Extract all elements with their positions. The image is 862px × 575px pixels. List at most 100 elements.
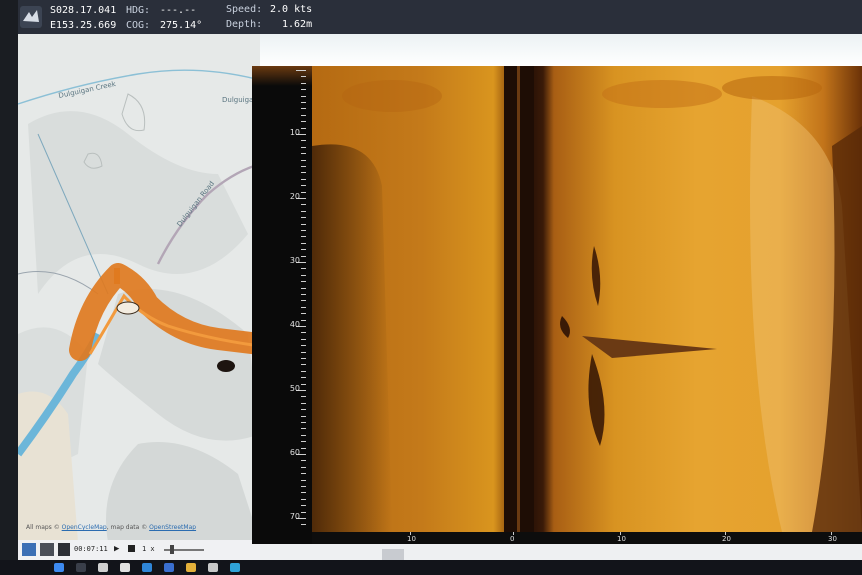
depth-minor-tick — [301, 511, 306, 513]
depth-minor-tick — [301, 377, 306, 379]
scrollbar-thumb[interactable] — [382, 549, 404, 560]
depth-value: 1.62m — [282, 19, 313, 30]
playback-time: 00:07:11 — [74, 545, 108, 553]
depth-minor-tick — [301, 498, 306, 500]
depth-minor-tick — [301, 178, 306, 180]
latitude-readout: S028.17.041 — [50, 5, 117, 16]
depth-tick-label: 60 — [289, 448, 300, 457]
depth-tick-label: 70 — [289, 512, 300, 521]
depth-minor-tick — [301, 345, 306, 347]
openstreetmap-link[interactable]: OpenStreetMap — [149, 524, 196, 531]
play-icon[interactable]: ▶ — [114, 544, 119, 554]
depth-minor-tick — [301, 166, 306, 167]
depth-minor-tick — [301, 524, 306, 526]
depth-minor-tick — [301, 185, 306, 187]
map-canvas[interactable] — [18, 34, 260, 542]
longitude-readout: E153.25.669 — [50, 20, 117, 31]
sonar-header-strip — [250, 30, 862, 66]
range-tick-label: 10 — [617, 535, 626, 543]
depth-minor-tick — [301, 191, 306, 193]
depth-minor-tick — [301, 447, 306, 449]
depth-minor-tick — [301, 358, 306, 359]
playback-slider-handle[interactable] — [170, 545, 174, 554]
depth-minor-tick — [301, 249, 306, 251]
start-menu-icon[interactable] — [54, 563, 64, 572]
app-icon-4[interactable] — [120, 563, 130, 572]
depth-minor-tick — [301, 402, 306, 404]
map-panel[interactable]: Dulguigan Creek Dulguiga Dulguigan Road — [18, 34, 260, 542]
depth-minor-tick — [301, 383, 306, 385]
terminal-icon[interactable] — [76, 563, 86, 572]
heading-label: HDG: — [126, 5, 151, 16]
depth-minor-tick — [301, 422, 306, 423]
depth-minor-tick — [301, 114, 306, 116]
depth-minor-tick — [301, 486, 306, 487]
depth-tick-label: 10 — [289, 128, 300, 137]
depth-minor-tick — [301, 338, 306, 340]
map-label-dulguiga: Dulguiga — [222, 96, 254, 104]
attribution-prefix: All maps © — [26, 524, 60, 531]
camera-icon[interactable] — [58, 543, 70, 556]
depth-minor-tick — [301, 415, 306, 417]
depth-minor-tick — [301, 95, 306, 97]
sidescan-sonar-view[interactable] — [312, 66, 862, 532]
attribution-mid: , map data © — [106, 524, 148, 531]
depth-minor-tick — [301, 210, 306, 212]
depth-minor-tick — [301, 287, 306, 289]
taskbar — [0, 560, 862, 575]
speed-label: Speed: — [226, 4, 263, 15]
depth-minor-tick — [301, 159, 306, 161]
horizontal-scrollbar[interactable] — [260, 544, 862, 560]
range-tick-label: 10 — [407, 535, 416, 543]
depth-minor-tick — [301, 236, 306, 238]
range-tick-label: 0 — [510, 535, 515, 543]
depth-minor-tick — [301, 294, 306, 295]
depth-minor-tick — [301, 204, 306, 206]
depth-minor-tick — [301, 146, 306, 148]
depth-tick-label: 40 — [289, 320, 300, 329]
depth-minor-tick — [301, 89, 306, 91]
sonar-image — [312, 66, 862, 532]
depth-minor-tick — [301, 255, 306, 257]
depth-minor-tick — [301, 441, 306, 443]
depth-minor-tick — [301, 364, 306, 366]
file-explorer-icon[interactable] — [186, 563, 196, 572]
vscode-icon[interactable] — [142, 563, 152, 572]
depth-minor-tick — [301, 274, 306, 276]
depth-minor-tick — [301, 319, 306, 321]
cog-value: 275.14° — [160, 20, 203, 31]
depth-tick-label: 30 — [289, 256, 300, 265]
depth-minor-tick — [301, 466, 306, 468]
app-logo-icon[interactable] — [20, 6, 42, 28]
depth-minor-tick — [301, 306, 306, 308]
app-icon-8[interactable] — [208, 563, 218, 572]
cog-label: COG: — [126, 20, 151, 31]
playback-controls: 00:07:11 ▶ 1 x — [18, 540, 260, 560]
range-tick-label: 30 — [828, 535, 837, 543]
map-layer-icon[interactable] — [22, 543, 36, 556]
monitor-screen: S028.17.041 E153.25.669 HDG: ---.-- COG:… — [0, 0, 862, 560]
opencyclemap-link[interactable]: OpenCycleMap — [62, 524, 107, 531]
speed-value: 2.0 kts — [270, 4, 313, 15]
depth-minor-tick — [301, 230, 306, 231]
layers-icon[interactable] — [40, 543, 54, 556]
depth-minor-tick — [301, 76, 306, 78]
depth-minor-tick — [301, 351, 306, 353]
status-bar: S028.17.041 E153.25.669 HDG: ---.-- COG:… — [18, 0, 862, 34]
app-icon-9[interactable] — [230, 563, 240, 572]
depth-minor-tick — [301, 300, 306, 302]
depth-minor-tick — [301, 108, 306, 110]
depth-minor-tick — [301, 217, 306, 219]
playback-speed[interactable]: 1 x — [142, 545, 155, 553]
chrome-icon[interactable] — [98, 563, 108, 572]
depth-minor-tick — [301, 505, 306, 507]
depth-scale: 10 20 30 40 50 60 70 — [252, 66, 312, 544]
depth-minor-tick — [301, 242, 306, 244]
depth-minor-tick — [296, 70, 306, 71]
app-icon-6[interactable] — [164, 563, 174, 572]
stop-icon[interactable] — [128, 545, 135, 552]
depth-minor-tick — [301, 268, 306, 270]
depth-minor-tick — [301, 313, 306, 315]
depth-minor-tick — [301, 82, 306, 84]
depth-minor-tick — [301, 370, 306, 372]
